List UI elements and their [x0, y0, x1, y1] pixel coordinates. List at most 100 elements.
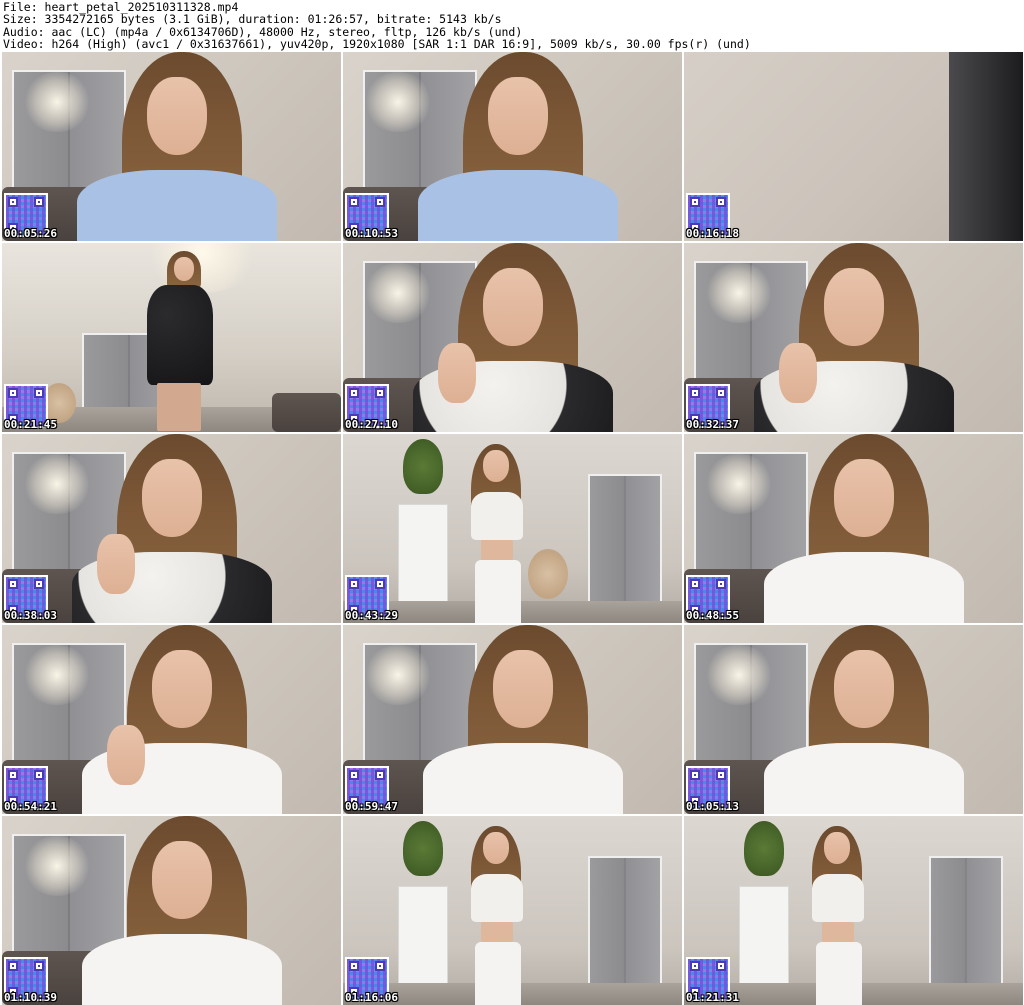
thumbnail-timestamp: 01:05:13 — [686, 800, 739, 813]
qr-finder-1 — [716, 961, 726, 971]
thumbnail-image — [343, 434, 682, 623]
qr-finder-0 — [8, 961, 18, 971]
thumbnail-image — [2, 243, 341, 432]
window-light — [363, 645, 433, 705]
thumbnail-image — [343, 52, 682, 241]
qr-finder-1 — [375, 388, 385, 398]
qr-finder-1 — [34, 388, 44, 398]
person-top — [471, 492, 523, 540]
person-face — [483, 268, 543, 346]
person-hand — [779, 343, 817, 403]
thumbnail-image — [2, 816, 341, 1005]
plant — [744, 821, 784, 876]
person-hand — [438, 343, 476, 403]
thumbnail-image — [684, 243, 1023, 432]
window-light — [704, 263, 774, 323]
thumbnail-cell: 00:43:29 — [343, 434, 682, 623]
person-face — [824, 832, 850, 864]
person-jeans — [816, 942, 862, 1005]
video-info-line: Video: h264 (High) (avc1 / 0x31637661), … — [3, 37, 751, 52]
person-face — [152, 650, 212, 728]
thumbnail-cell: 00:59:47 — [343, 625, 682, 814]
person-jeans — [475, 560, 521, 623]
person-waist — [822, 922, 854, 942]
person-blue-shirt — [77, 170, 277, 241]
plant — [403, 821, 443, 876]
thumbnail-cell: 00:48:55 — [684, 434, 1023, 623]
window-light — [704, 454, 774, 514]
wardrobe — [588, 474, 662, 618]
thumbnail-image — [343, 243, 682, 432]
qr-finder-0 — [349, 388, 359, 398]
thumbnail-image — [343, 625, 682, 814]
qr-finder-0 — [8, 197, 18, 207]
person-waist — [481, 540, 513, 560]
window-light — [22, 72, 92, 132]
thumbnail-timestamp: 00:21:45 — [4, 418, 57, 431]
window-light — [704, 645, 774, 705]
qr-finder-0 — [690, 961, 700, 971]
qr-finder-1 — [716, 388, 726, 398]
person-dress — [147, 285, 213, 385]
thumbnail-cell: 01:21:31 — [684, 816, 1023, 1005]
person-top — [812, 874, 864, 922]
thumbnail-cell: 00:05:26 — [2, 52, 341, 241]
thumbnail-cell: 00:27:10 — [343, 243, 682, 432]
thumbnail-image — [343, 816, 682, 1005]
qr-finder-0 — [690, 579, 700, 589]
thumbnail-cell: 00:32:37 — [684, 243, 1023, 432]
qr-finder-1 — [375, 961, 385, 971]
thumbnail-cell: 00:21:45 — [2, 243, 341, 432]
person-hand — [107, 725, 145, 785]
thumbnail-timestamp: 00:32:37 — [686, 418, 739, 431]
person-face — [152, 841, 212, 919]
teddy-bear — [528, 549, 568, 599]
thumbnail-timestamp: 00:16:18 — [686, 227, 739, 240]
person-waist — [481, 922, 513, 942]
thumbnail-image — [684, 52, 1023, 241]
qr-finder-0 — [349, 579, 359, 589]
qr-finder-0 — [690, 770, 700, 780]
person-blue-shirt — [418, 170, 618, 241]
thumbnail-timestamp: 01:10:39 — [4, 991, 57, 1004]
wardrobe — [929, 856, 1003, 1000]
qr-finder-1 — [716, 197, 726, 207]
qr-finder-1 — [34, 770, 44, 780]
thumbnail-timestamp: 00:27:10 — [345, 418, 398, 431]
file-size-line: Size: 3354272165 bytes (3.1 GiB), durati… — [3, 12, 502, 27]
qr-finder-0 — [690, 197, 700, 207]
curtain-panel — [949, 52, 1023, 241]
person-white-top — [764, 552, 964, 623]
window-light — [363, 72, 433, 132]
person-face — [488, 77, 548, 155]
thumbnail-timestamp: 00:10:53 — [345, 227, 398, 240]
qr-finder-0 — [8, 388, 18, 398]
qr-finder-1 — [716, 579, 726, 589]
thumbnail-image — [684, 625, 1023, 814]
thumbnail-cell: 00:54:21 — [2, 625, 341, 814]
qr-finder-0 — [349, 770, 359, 780]
person-face — [834, 650, 894, 728]
thumbnail-cell: 01:16:06 — [343, 816, 682, 1005]
qr-finder-1 — [375, 197, 385, 207]
thumbnail-grid: 00:05:26 00:10:53 00:16:18 00:21:45 00:27:10… — [2, 52, 1023, 1005]
person-face — [142, 459, 202, 537]
thumbnail-timestamp: 01:21:31 — [686, 991, 739, 1004]
person-top — [471, 874, 523, 922]
person-white-top — [423, 743, 623, 814]
person-face — [824, 268, 884, 346]
window-light — [363, 263, 433, 323]
person-white-top — [82, 934, 282, 1005]
qr-finder-1 — [34, 961, 44, 971]
thumbnail-image — [684, 434, 1023, 623]
thumbnail-timestamp: 00:38:03 — [4, 609, 57, 622]
file-info-header: File: heart_petal_202510311328.mp4 Size:… — [3, 1, 1021, 51]
qr-finder-0 — [349, 961, 359, 971]
thumbnail-cell: 01:10:39 — [2, 816, 341, 1005]
person-white-top — [764, 743, 964, 814]
plant — [403, 439, 443, 494]
thumbnail-image — [684, 816, 1023, 1005]
thumbnail-image — [2, 434, 341, 623]
thumbnail-timestamp: 00:43:29 — [345, 609, 398, 622]
thumbnail-timestamp: 00:54:21 — [4, 800, 57, 813]
